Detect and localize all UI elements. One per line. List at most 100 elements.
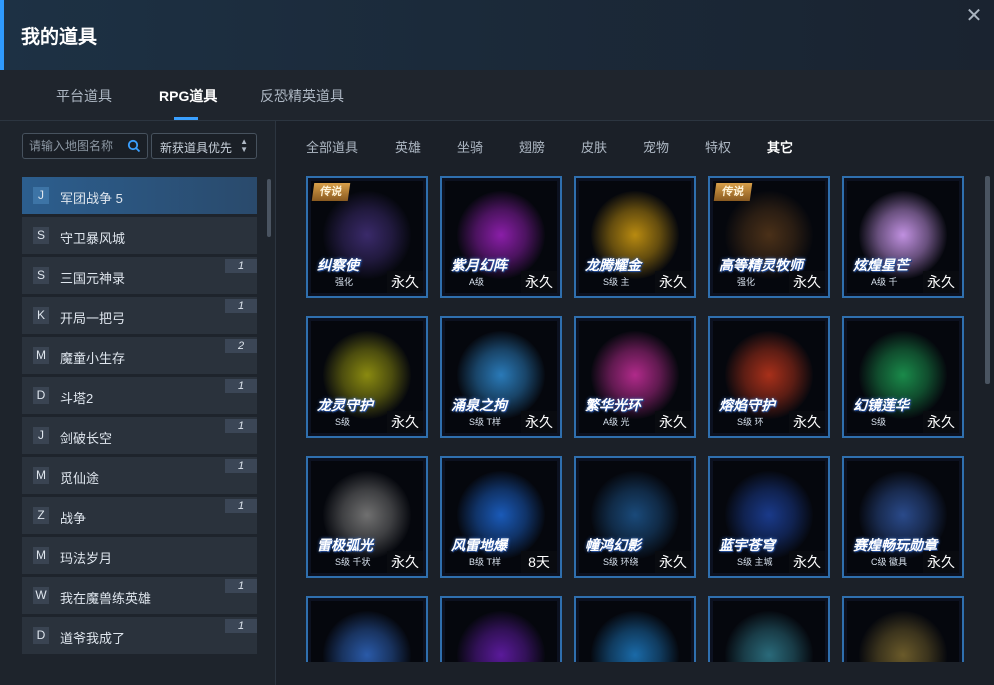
item-grade: A级: [469, 277, 485, 287]
item-artwork: 龙腾耀金 S级 主 永久: [579, 181, 691, 293]
item-card[interactable]: [306, 596, 428, 662]
item-card[interactable]: 幢鸿幻影 S级 环绕 永久: [574, 456, 696, 578]
map-initial: M: [33, 467, 49, 484]
map-list-item[interactable]: M 魔童小生存 2: [22, 337, 257, 374]
category-pet[interactable]: 宠物: [643, 137, 669, 156]
item-card[interactable]: 风雷地爆 B级 T样 8天: [440, 456, 562, 578]
close-icon[interactable]: ✕: [962, 4, 986, 28]
map-list-scrollbar[interactable]: [267, 179, 271, 237]
category-tabs: 全部道具 英雄 坐骑 翅膀 皮肤 宠物 特权 其它: [276, 121, 994, 169]
item-artwork: 熔焰守护 S级 环 永久: [713, 321, 825, 433]
item-grade: B级 T样: [469, 557, 502, 567]
item-artwork: [311, 601, 423, 662]
item-name: 繁华光环: [585, 397, 641, 413]
item-artwork: 紫月幻阵 A级 永久: [445, 181, 557, 293]
title-accent: [0, 0, 4, 70]
item-artwork: [713, 601, 825, 662]
map-list-item[interactable]: K 开局一把弓 1: [22, 297, 257, 334]
map-list-item[interactable]: D 斗塔2 1: [22, 377, 257, 414]
item-duration: 8天: [521, 551, 557, 573]
item-duration: 永久: [789, 551, 825, 573]
category-wings[interactable]: 翅膀: [519, 137, 545, 156]
map-name: 道爷我成了: [60, 631, 126, 646]
item-card[interactable]: 传说 高等精灵牧师 强化 永久: [708, 176, 830, 298]
map-initial: Z: [33, 507, 49, 524]
item-card[interactable]: 涌泉之拘 S级 T样 永久: [440, 316, 562, 438]
sort-select-value: 新获道具优先: [160, 141, 233, 155]
item-grade: S级 主城: [737, 557, 773, 567]
tab-cs-items[interactable]: 反恐精英道具: [260, 86, 344, 106]
sort-select[interactable]: 新获道具优先 ▲ ▼: [151, 133, 257, 159]
map-name: 三国元神录: [60, 271, 126, 286]
item-card[interactable]: 炫煌星芒 A级 千 永久: [842, 176, 964, 298]
category-skin[interactable]: 皮肤: [581, 137, 607, 156]
map-initial: M: [33, 347, 49, 364]
item-card[interactable]: 龙灵守护 S级 永久: [306, 316, 428, 438]
search-icon[interactable]: [127, 139, 141, 153]
item-name: 紫月幻阵: [451, 257, 507, 273]
item-card[interactable]: [574, 596, 696, 662]
map-name: 开局一把弓: [60, 311, 126, 326]
title-bar: 我的道具 ✕: [0, 0, 994, 70]
item-card[interactable]: [440, 596, 562, 662]
item-card[interactable]: 幻镜莲华 S级 永久: [842, 316, 964, 438]
map-list-item[interactable]: M 玛法岁月: [22, 537, 257, 574]
new-count-badge: 1: [225, 419, 257, 433]
category-privilege[interactable]: 特权: [705, 137, 731, 156]
item-effect-image: [457, 611, 545, 662]
item-card[interactable]: 龙腾耀金 S级 主 永久: [574, 176, 696, 298]
item-grade: S级 环绕: [603, 557, 639, 567]
item-name: 蓝宇苍穹: [719, 537, 775, 553]
item-name: 炫煌星芒: [853, 257, 909, 273]
item-name: 幻镜莲华: [853, 397, 909, 413]
map-list-item[interactable]: D 道爷我成了 1: [22, 617, 257, 654]
item-card[interactable]: 雷极弧光 S级 千状 永久: [306, 456, 428, 578]
map-list-item[interactable]: M 觅仙途 1: [22, 457, 257, 494]
item-grade: S级 环: [737, 417, 764, 427]
map-list-item[interactable]: S 守卫暴风城: [22, 217, 257, 254]
category-all[interactable]: 全部道具: [306, 137, 358, 156]
new-count-badge: 1: [225, 619, 257, 633]
item-name: 涌泉之拘: [451, 397, 507, 413]
map-search-input[interactable]: [29, 137, 119, 155]
item-grade: A级 光: [603, 417, 630, 427]
new-count-badge: 1: [225, 459, 257, 473]
item-card[interactable]: 熔焰守护 S级 环 永久: [708, 316, 830, 438]
item-grid-scrollbar[interactable]: [985, 176, 990, 384]
item-card[interactable]: [708, 596, 830, 662]
map-name: 守卫暴风城: [60, 231, 126, 246]
tab-platform-items[interactable]: 平台道具: [56, 86, 112, 106]
new-count-badge: 1: [225, 499, 257, 513]
item-effect-image: [323, 611, 411, 662]
map-list-item[interactable]: S 三国元神录 1: [22, 257, 257, 294]
map-name: 剑破长空: [60, 431, 113, 446]
item-duration: 永久: [923, 411, 959, 433]
item-duration: 永久: [789, 411, 825, 433]
map-list-item[interactable]: Z 战争 1: [22, 497, 257, 534]
new-count-badge: 1: [225, 579, 257, 593]
item-card[interactable]: 紫月幻阵 A级 永久: [440, 176, 562, 298]
item-effect-image: [859, 611, 947, 662]
map-name: 斗塔2: [60, 391, 94, 406]
item-card[interactable]: 传说 纠察使 强化 永久: [306, 176, 428, 298]
item-name: 纠察使: [317, 257, 359, 273]
map-name: 战争: [60, 511, 87, 526]
map-list-item[interactable]: J 军团战争 5: [22, 177, 257, 214]
map-list-item[interactable]: J 剑破长空 1: [22, 417, 257, 454]
item-duration: 永久: [655, 551, 691, 573]
map-name: 我在魔兽练英雄: [60, 591, 152, 606]
tab-rpg-items[interactable]: RPG道具: [159, 86, 217, 106]
item-card[interactable]: 赛煌畅玩勋章 C级 徽具 永久: [842, 456, 964, 578]
item-card[interactable]: 蓝宇苍穹 S级 主城 永久: [708, 456, 830, 578]
category-hero[interactable]: 英雄: [395, 137, 421, 156]
item-duration: 永久: [387, 411, 423, 433]
item-card[interactable]: 繁华光环 A级 光 永久: [574, 316, 696, 438]
category-mount[interactable]: 坐骑: [457, 137, 483, 156]
item-card[interactable]: [842, 596, 964, 662]
map-list-item[interactable]: W 我在魔兽练英雄 1: [22, 577, 257, 614]
active-tab-indicator: [174, 117, 198, 120]
item-artwork: 雷极弧光 S级 千状 永久: [311, 461, 423, 573]
category-other[interactable]: 其它: [767, 137, 793, 156]
new-count-badge: 1: [225, 379, 257, 393]
item-grade: 强化: [335, 277, 354, 287]
